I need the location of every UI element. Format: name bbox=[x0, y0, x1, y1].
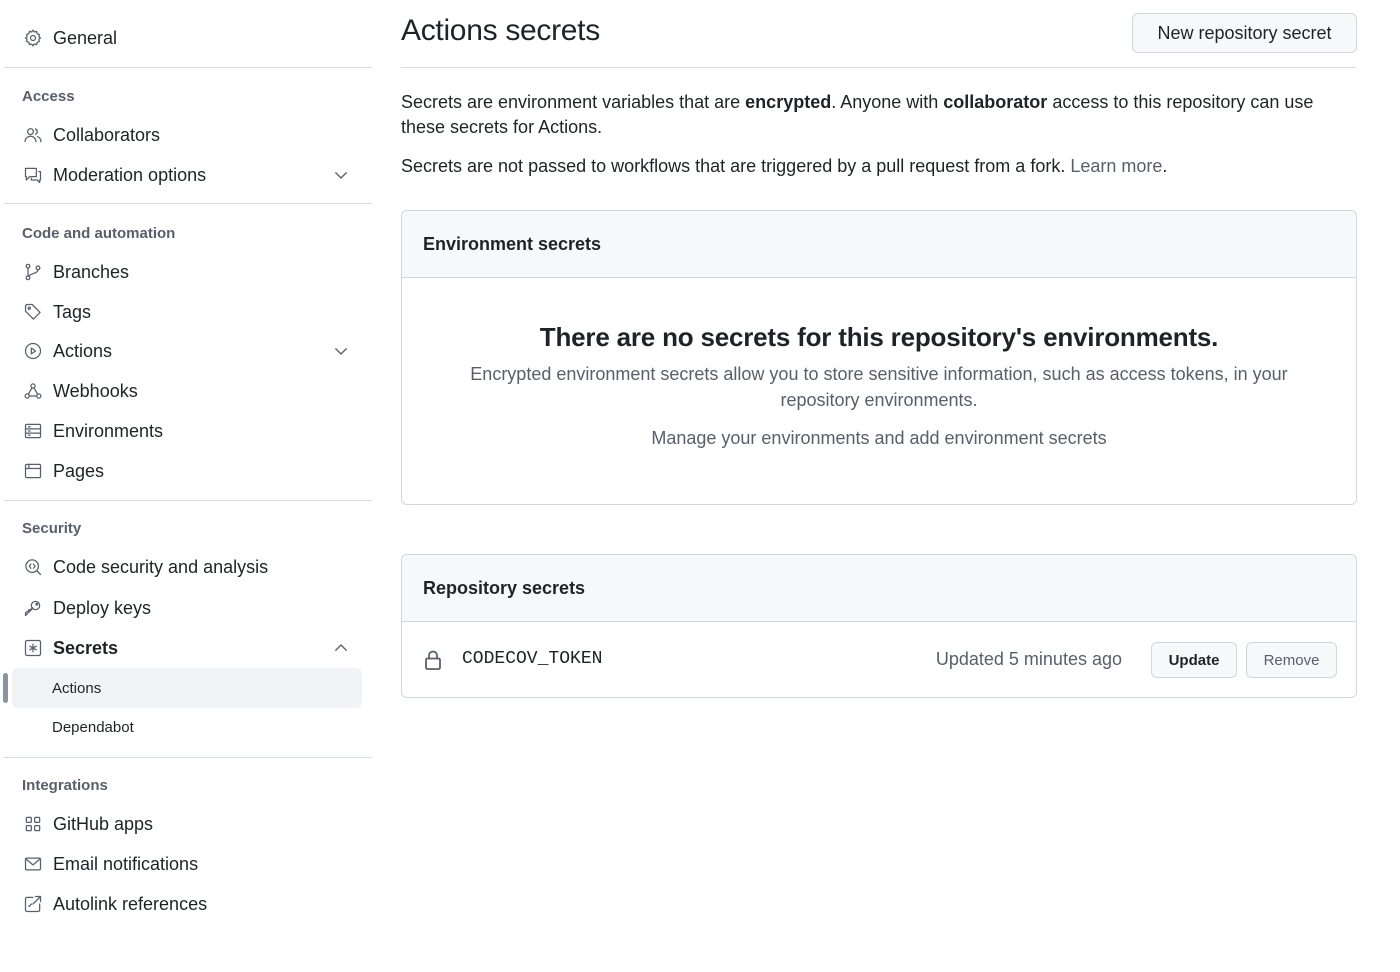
sidebar-item-label: Pages bbox=[53, 460, 105, 481]
repository-secrets-heading: Repository secrets bbox=[402, 555, 1356, 622]
fork-note-end: . bbox=[1162, 156, 1168, 176]
chevron-down-icon bbox=[332, 166, 350, 184]
sidebar-item-github-apps[interactable]: GitHub apps bbox=[12, 804, 362, 844]
sidebar-item-webhooks[interactable]: Webhooks bbox=[12, 371, 362, 411]
browser-icon bbox=[22, 460, 44, 482]
secret-row: CODECOV_TOKEN Updated 5 minutes ago Upda… bbox=[402, 622, 1356, 697]
section-heading-security: Security bbox=[22, 520, 82, 537]
report-icon bbox=[22, 164, 44, 186]
sidebar-item-branches[interactable]: Branches bbox=[12, 252, 362, 292]
active-indicator bbox=[3, 673, 8, 703]
sidebar-item-label: Moderation options bbox=[53, 164, 207, 185]
repository-secrets-box: Repository secrets CODECOV_TOKEN Updated… bbox=[401, 554, 1357, 698]
sidebar-subitem-secrets-actions[interactable]: Actions bbox=[12, 668, 362, 708]
server-icon bbox=[22, 420, 44, 442]
sidebar-item-email-notifications[interactable]: Email notifications bbox=[12, 844, 362, 884]
play-circle-icon bbox=[22, 340, 44, 362]
sidebar-divider bbox=[3, 67, 372, 68]
blank-slate-title: There are no secrets for this repository… bbox=[539, 322, 1219, 352]
sidebar-item-label: Email notifications bbox=[53, 853, 199, 874]
sidebar-item-tags[interactable]: Tags bbox=[12, 292, 362, 332]
section-heading-access: Access bbox=[22, 88, 75, 105]
secret-updated-time: Updated 5 minutes ago bbox=[935, 649, 1122, 669]
sidebar-subitem-secrets-dependabot[interactable]: Dependabot bbox=[12, 707, 362, 747]
sidebar-item-label: Tags bbox=[53, 301, 92, 322]
sidebar-item-label: Webhooks bbox=[53, 380, 138, 401]
title-divider bbox=[401, 67, 1357, 68]
sidebar-item-collaborators[interactable]: Collaborators bbox=[12, 115, 362, 155]
sidebar-item-label: Environments bbox=[53, 420, 164, 441]
remove-secret-button[interactable]: Remove bbox=[1246, 642, 1337, 678]
page-title: Actions secrets bbox=[401, 14, 600, 47]
intro-text-part: Secrets are environment variables that a… bbox=[401, 92, 746, 112]
sidebar-item-pages[interactable]: Pages bbox=[12, 451, 362, 491]
chevron-down-icon bbox=[332, 342, 350, 360]
git-branch-icon bbox=[22, 261, 44, 283]
key-asterisk-icon bbox=[22, 637, 44, 659]
intro-text: Secrets are environment variables that a… bbox=[401, 90, 1357, 140]
sidebar-item-label: Actions bbox=[53, 340, 113, 361]
sidebar-divider bbox=[3, 500, 372, 501]
sidebar-item-label: Collaborators bbox=[53, 124, 161, 145]
sidebar-item-label: GitHub apps bbox=[53, 813, 154, 834]
section-heading-code-automation: Code and automation bbox=[22, 225, 176, 242]
sidebar-item-label: Branches bbox=[53, 261, 130, 282]
webhook-icon bbox=[22, 380, 44, 402]
sidebar-item-environments[interactable]: Environments bbox=[12, 411, 362, 451]
secret-name: CODECOV_TOKEN bbox=[462, 649, 603, 669]
sidebar-item-secrets[interactable]: Secrets bbox=[12, 628, 362, 668]
update-secret-button[interactable]: Update bbox=[1151, 642, 1237, 678]
sidebar-item-deploy-keys[interactable]: Deploy keys bbox=[12, 588, 362, 628]
tag-icon bbox=[22, 301, 44, 323]
sidebar-item-label: Code security and analysis bbox=[53, 556, 269, 577]
sidebar-item-label: Secrets bbox=[53, 637, 119, 658]
new-repository-secret-button[interactable]: New repository secret bbox=[1132, 13, 1357, 53]
blank-slate: There are no secrets for this repository… bbox=[402, 278, 1356, 504]
fork-note: Secrets are not passed to workflows that… bbox=[401, 154, 1357, 179]
sidebar-item-label: Deploy keys bbox=[53, 597, 152, 618]
learn-more-link[interactable]: Learn more bbox=[1070, 156, 1162, 176]
intro-text-part: . Anyone with bbox=[831, 92, 944, 112]
people-icon bbox=[22, 124, 44, 146]
environment-secrets-heading: Environment secrets bbox=[402, 211, 1356, 278]
mail-icon bbox=[22, 853, 44, 875]
sidebar-item-label: Autolink references bbox=[53, 893, 208, 914]
sidebar-item-code-security[interactable]: Code security and analysis bbox=[12, 547, 362, 587]
sidebar-item-general[interactable]: General bbox=[12, 18, 362, 58]
key-icon bbox=[22, 597, 44, 619]
blank-slate-description: Encrypted environment secrets allow you … bbox=[470, 364, 1288, 410]
chevron-up-icon bbox=[332, 639, 350, 657]
codescan-icon bbox=[22, 556, 44, 578]
lock-icon bbox=[423, 649, 443, 671]
manage-environments-link[interactable]: Manage your environments and add environ… bbox=[402, 428, 1356, 449]
sidebar-item-actions[interactable]: Actions bbox=[12, 331, 362, 371]
apps-icon bbox=[22, 813, 44, 835]
settings-sidebar: General Access Collaborators Moderation … bbox=[0, 0, 372, 972]
cross-reference-icon bbox=[22, 893, 44, 915]
sidebar-item-label: General bbox=[53, 27, 118, 48]
sidebar-item-moderation-options[interactable]: Moderation options bbox=[12, 155, 362, 195]
environment-secrets-box: Environment secrets There are no secrets… bbox=[401, 210, 1357, 505]
intro-bold-collaborator: collaborator bbox=[943, 92, 1048, 112]
sidebar-item-autolink-references[interactable]: Autolink references bbox=[12, 884, 362, 924]
sidebar-divider bbox=[3, 203, 372, 204]
sidebar-divider bbox=[3, 757, 372, 758]
intro-bold-encrypted: encrypted bbox=[745, 92, 832, 112]
gear-icon bbox=[22, 27, 44, 49]
fork-note-text: Secrets are not passed to workflows that… bbox=[401, 156, 1071, 176]
section-heading-integrations: Integrations bbox=[22, 777, 108, 794]
